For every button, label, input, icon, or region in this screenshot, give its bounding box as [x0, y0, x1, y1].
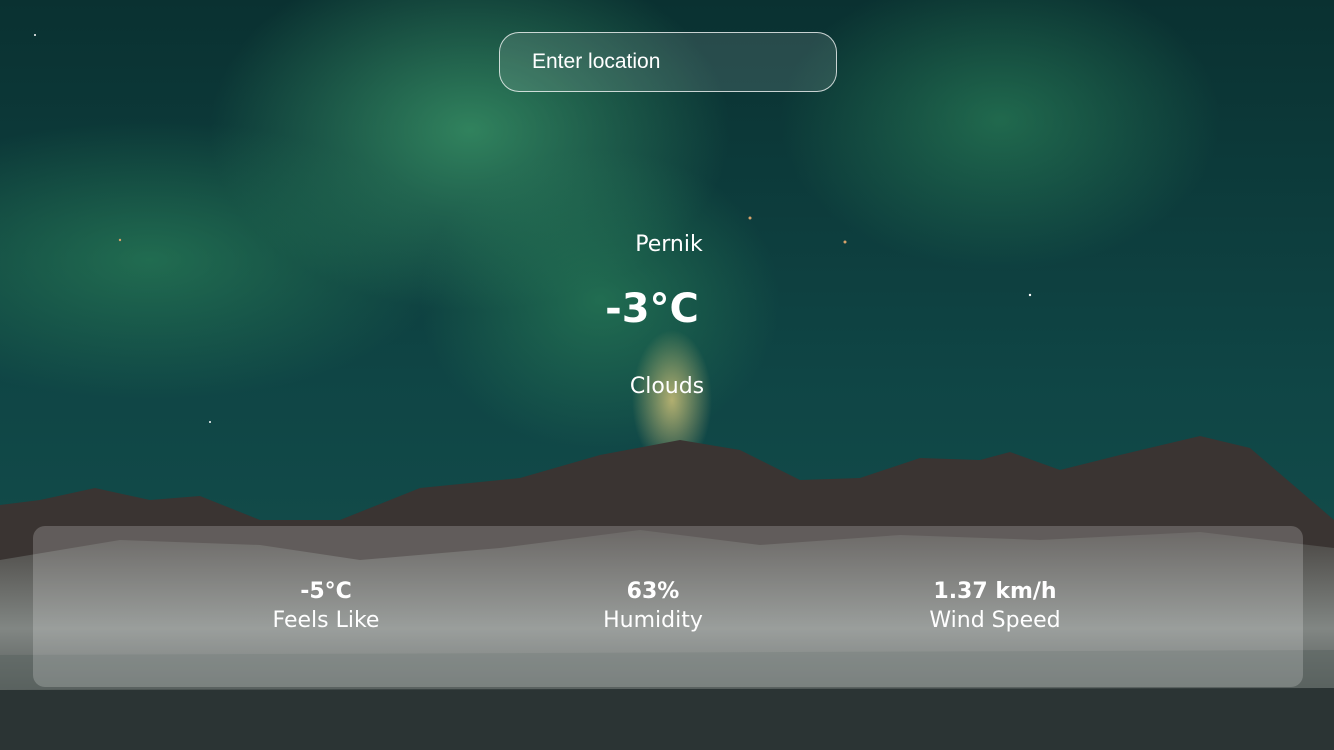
humidity-value: 63%	[626, 579, 680, 604]
wind-speed-value: 1.37 km/h	[933, 579, 1057, 604]
weather-details-panel: -5°C Feels Like 63% Humidity 1.37 km/h W…	[33, 526, 1303, 687]
feels-like-stat: -5°C Feels Like	[196, 578, 456, 636]
location-search-input[interactable]	[499, 32, 837, 92]
feels-like-value: -5°C	[300, 579, 352, 604]
wind-speed-label: Wind Speed	[929, 608, 1061, 633]
wind-speed-stat: 1.37 km/h Wind Speed	[865, 578, 1125, 636]
current-temperature: -3°C	[605, 286, 699, 332]
feels-like-label: Feels Like	[272, 608, 380, 633]
weather-description: Clouds	[629, 374, 705, 399]
city-name: Pernik	[635, 232, 703, 257]
humidity-stat: 63% Humidity	[523, 578, 783, 636]
humidity-label: Humidity	[603, 608, 703, 633]
